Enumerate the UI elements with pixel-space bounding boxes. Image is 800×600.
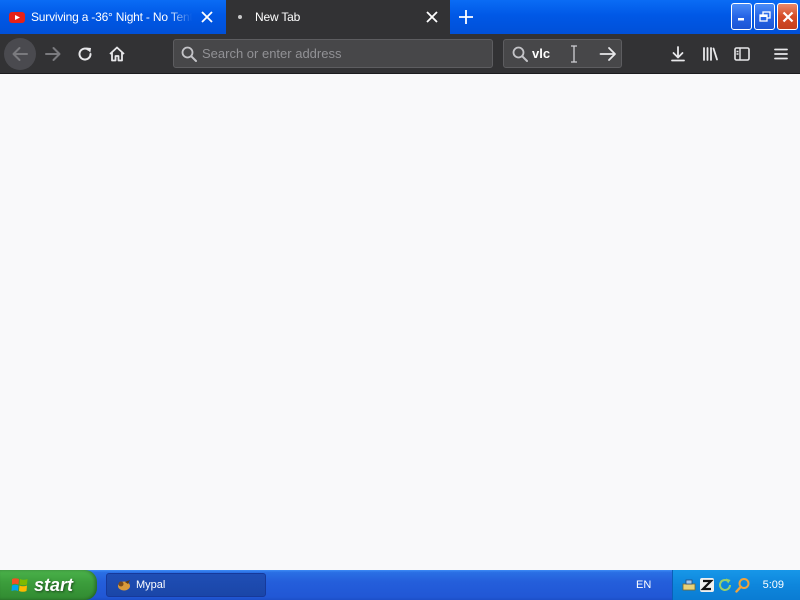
url-input[interactable] (202, 46, 492, 61)
search-icon (181, 46, 197, 62)
refresh-icon[interactable] (717, 577, 733, 593)
search-bar[interactable]: vlc (503, 39, 622, 68)
close-icon (782, 11, 793, 22)
reload-icon (78, 47, 92, 61)
reload-button[interactable] (69, 38, 101, 70)
tab-youtube[interactable]: Surviving a -36° Night - No Tent & (0, 0, 225, 34)
home-icon (109, 46, 125, 62)
search-go-button[interactable] (597, 43, 619, 65)
search-input[interactable]: vlc (532, 46, 568, 61)
back-arrow-icon (12, 47, 28, 61)
sidebar-icon (734, 47, 750, 61)
back-button[interactable] (4, 38, 36, 70)
language-indicator[interactable]: EN (636, 579, 651, 591)
search-icon[interactable] (735, 577, 751, 593)
menu-button[interactable] (765, 38, 797, 70)
tab-close-button[interactable] (423, 8, 441, 26)
minimize-icon (738, 18, 744, 21)
taskbar-item-mypal[interactable]: Mypal (106, 573, 266, 597)
page-content (0, 74, 800, 570)
new-tab-button[interactable] (454, 5, 478, 29)
home-button[interactable] (101, 38, 133, 70)
url-bar[interactable] (173, 39, 493, 68)
tab-new-tab[interactable]: New Tab (226, 0, 450, 34)
tab-close-button[interactable] (198, 8, 216, 26)
library-button[interactable] (694, 38, 726, 70)
sidebar-button[interactable] (726, 38, 758, 70)
nav-toolbar: vlc (0, 34, 800, 74)
clock: 5:09 (762, 579, 784, 591)
forward-arrow-icon (45, 47, 61, 61)
start-label: start (34, 574, 74, 595)
mypal-icon (116, 577, 132, 593)
restore-icon (758, 10, 771, 22)
start-button[interactable]: start (0, 570, 97, 600)
library-icon (703, 47, 718, 61)
downloads-button[interactable] (662, 38, 694, 70)
system-tray: 5:09 (672, 570, 800, 600)
close-icon (426, 11, 438, 23)
dot-icon (238, 15, 242, 19)
windows-logo-icon (10, 575, 30, 595)
close-window-button[interactable] (777, 3, 798, 30)
tab-strip: Surviving a -36° Night - No Tent & New T… (0, 0, 800, 34)
close-icon (201, 11, 213, 23)
restore-button[interactable] (754, 3, 775, 30)
z-app-icon[interactable] (699, 577, 715, 593)
plus-icon (459, 10, 473, 24)
tab-title: New Tab (255, 10, 301, 24)
network-icon[interactable] (681, 577, 697, 593)
forward-button[interactable] (37, 38, 69, 70)
text-cursor-icon (569, 44, 579, 63)
taskbar-item-label: Mypal (136, 579, 166, 591)
search-icon (512, 46, 528, 62)
hamburger-menu-icon (774, 48, 788, 60)
tab-title: Surviving a -36° Night - No Tent & (31, 10, 192, 24)
download-icon (671, 46, 685, 62)
arrow-right-icon (599, 47, 616, 61)
youtube-icon (9, 11, 25, 23)
minimize-button[interactable] (731, 3, 752, 30)
taskbar: start Mypal EN 5:09 (0, 570, 800, 600)
